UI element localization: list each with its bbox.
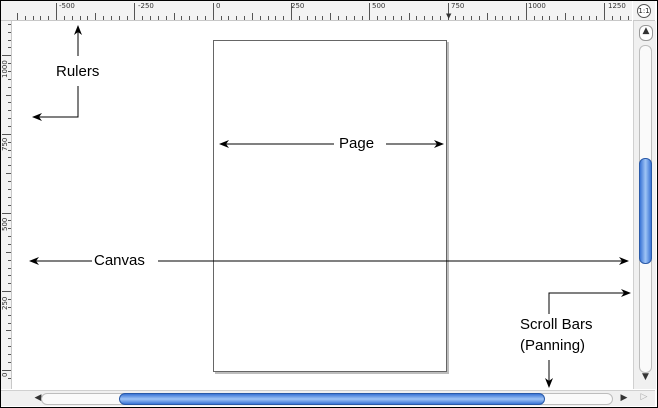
ruler-label: 1000 bbox=[1, 60, 9, 78]
vertical-scroll-thumb[interactable] bbox=[639, 158, 652, 264]
scroll-bars-annotation: Scroll Bars bbox=[520, 316, 593, 333]
ruler-label: 500 bbox=[372, 2, 386, 10]
canvas-annotation: Canvas bbox=[92, 252, 147, 270]
ruler-label: -500 bbox=[59, 2, 75, 10]
horizontal-ruler[interactable]: -500 -250 0 250 500 750 1000 1250 ▼ bbox=[11, 1, 632, 21]
horizontal-scrollbar[interactable]: ◀ ▶ ▷ bbox=[1, 390, 655, 406]
rulers-annotation: Rulers bbox=[56, 63, 100, 80]
resize-grip-icon[interactable]: ▷ bbox=[637, 392, 651, 404]
vertical-ruler[interactable]: 1000 750 500 250 0 bbox=[1, 21, 12, 389]
ruler-label: 250 bbox=[291, 2, 305, 10]
ruler-label: -250 bbox=[138, 2, 154, 10]
ruler-label: 1000 bbox=[528, 2, 546, 10]
ruler-label: 750 bbox=[1, 137, 9, 151]
horizontal-scroll-thumb[interactable] bbox=[119, 393, 545, 405]
ruler-position-marker-icon: ▼ bbox=[446, 12, 452, 20]
ruler-label: 0 bbox=[1, 372, 9, 378]
ruler-label: 250 bbox=[1, 296, 9, 310]
zoom-icon: 1:1 bbox=[637, 4, 651, 18]
ruler-label: 1250 bbox=[608, 2, 626, 10]
scroll-down-icon[interactable]: ▼ bbox=[640, 372, 651, 384]
vertical-scrollbar[interactable]: ▲ ▼ bbox=[633, 21, 656, 389]
page[interactable] bbox=[213, 40, 447, 372]
ruler-label: 500 bbox=[1, 217, 9, 231]
page-annotation: Page bbox=[337, 135, 377, 153]
ruler-label: 750 bbox=[451, 2, 465, 10]
zoom-button[interactable]: 1:1 bbox=[633, 1, 655, 21]
scroll-right-icon[interactable]: ▶ bbox=[619, 393, 629, 404]
panning-annotation: (Panning) bbox=[520, 337, 586, 354]
ruler-label: 0 bbox=[216, 2, 221, 10]
scroll-up-icon[interactable]: ▲ bbox=[639, 25, 653, 41]
